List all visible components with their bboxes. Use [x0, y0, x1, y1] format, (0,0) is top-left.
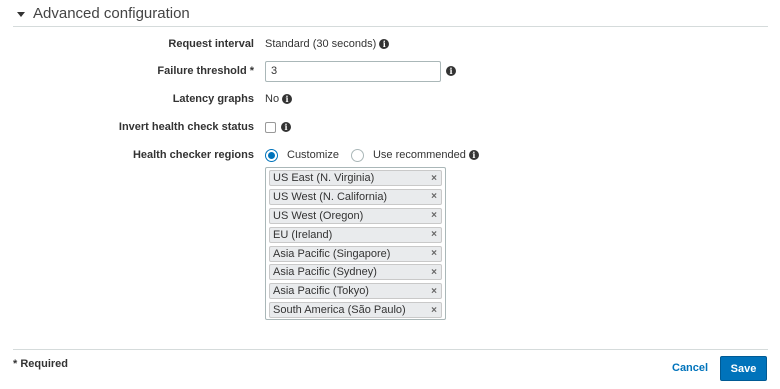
- invert-status-checkbox[interactable]: [265, 121, 276, 133]
- invert-status-label: Invert health check status: [118, 121, 254, 133]
- advanced-config-toggle[interactable]: Advanced configuration: [13, 5, 768, 27]
- region-chip: South America (São Paulo) ×: [269, 302, 442, 319]
- region-chip: EU (Ireland) ×: [269, 226, 442, 243]
- region-chip-label: EU (Ireland): [273, 228, 333, 241]
- failure-threshold-label: Failure threshold *: [157, 65, 254, 77]
- info-icon[interactable]: i: [281, 122, 291, 132]
- use-recommended-radio[interactable]: [350, 148, 364, 162]
- latency-graphs-label: Latency graphs: [172, 93, 254, 105]
- failure-threshold-input[interactable]: [265, 60, 441, 82]
- request-interval-value: Standard (30 seconds): [265, 38, 377, 50]
- save-button[interactable]: Save: [720, 356, 767, 381]
- remove-region-icon[interactable]: ×: [431, 173, 437, 184]
- customize-radio-label[interactable]: Customize: [287, 149, 339, 161]
- region-multiselect[interactable]: US East (N. Virginia) × US West (N. Calif…: [265, 167, 446, 320]
- remove-region-icon[interactable]: ×: [431, 229, 437, 240]
- region-chip-label: US East (N. Virginia): [273, 172, 375, 184]
- health-checker-regions-row: Health checker regions Customize Use rec…: [0, 145, 780, 165]
- info-icon[interactable]: i: [446, 66, 456, 76]
- remove-region-icon[interactable]: ×: [431, 267, 437, 278]
- region-chip: US West (N. California) ×: [269, 188, 442, 205]
- remove-region-icon[interactable]: ×: [431, 286, 437, 297]
- latency-graphs-row: Latency graphs No i: [0, 89, 780, 109]
- region-chip-label: Asia Pacific (Sydney): [273, 266, 377, 279]
- region-chip-label: Asia Pacific (Singapore): [273, 247, 391, 260]
- failure-threshold-row: Failure threshold * i: [0, 60, 780, 82]
- region-chip: Asia Pacific (Singapore) ×: [269, 245, 442, 262]
- cancel-button[interactable]: Cancel: [672, 362, 708, 374]
- region-chip: US West (Oregon) ×: [269, 207, 442, 224]
- region-chip-label: US West (N. California): [273, 190, 388, 203]
- region-chip-label: US West (Oregon): [273, 209, 364, 222]
- info-icon[interactable]: i: [468, 150, 479, 160]
- section-title: Advanced configuration: [33, 5, 190, 22]
- region-chip-label: South America (São Paulo): [273, 304, 406, 317]
- region-chip: US East (N. Virginia) ×: [269, 170, 442, 186]
- region-chip-label: Asia Pacific (Tokyo): [273, 285, 369, 298]
- remove-region-icon[interactable]: ×: [431, 305, 437, 316]
- use-recommended-radio-label[interactable]: Use recommended: [373, 149, 466, 161]
- health-checker-regions-label: Health checker regions: [132, 149, 254, 161]
- caret-down-icon: [17, 12, 25, 17]
- remove-region-icon[interactable]: ×: [431, 210, 437, 221]
- remove-region-icon[interactable]: ×: [431, 248, 437, 259]
- invert-status-row: Invert health check status i: [0, 117, 780, 137]
- info-icon[interactable]: i: [379, 39, 390, 49]
- request-interval-row: Request interval Standard (30 seconds) i: [0, 34, 780, 54]
- customize-radio[interactable]: [265, 148, 278, 162]
- region-chip: Asia Pacific (Sydney) ×: [269, 264, 442, 281]
- region-chip: Asia Pacific (Tokyo) ×: [269, 283, 442, 300]
- request-interval-label: Request interval: [168, 38, 254, 50]
- remove-region-icon[interactable]: ×: [431, 191, 437, 202]
- info-icon[interactable]: i: [282, 94, 293, 104]
- required-note: * Required: [13, 358, 69, 370]
- footer-divider: [13, 349, 768, 350]
- latency-graphs-value: No: [265, 93, 280, 105]
